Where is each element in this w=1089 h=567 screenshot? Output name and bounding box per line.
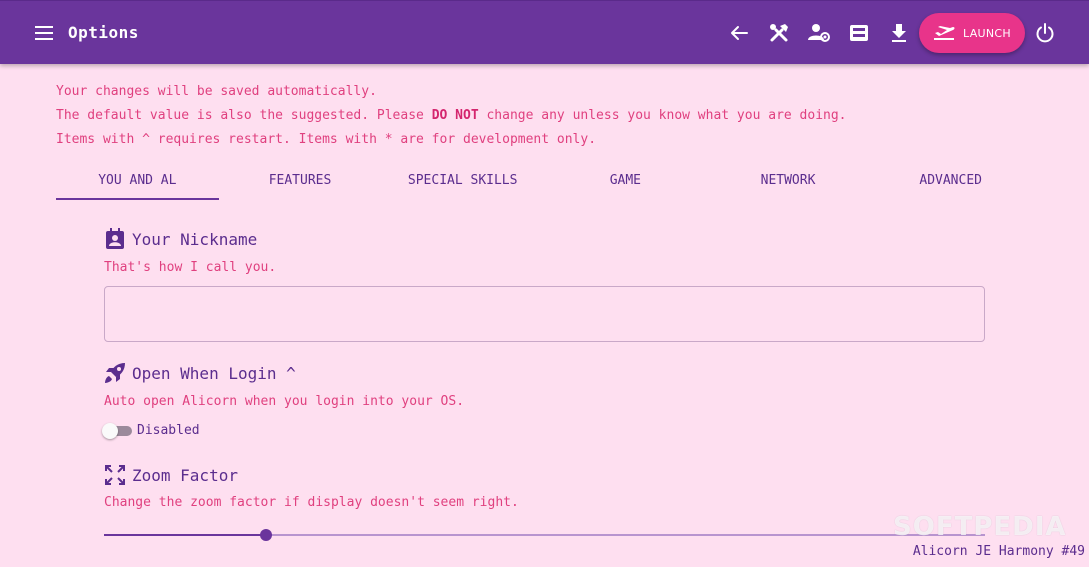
- nickname-description: That's how I call you.: [104, 260, 277, 275]
- rocket-icon: [104, 362, 126, 384]
- account-settings-icon[interactable]: [807, 21, 831, 45]
- open-when-login-title-text: Open When Login ^: [132, 363, 296, 383]
- notice-restart: Items with ^ requires restart. Items wit…: [56, 132, 597, 147]
- tab-special-skills[interactable]: SPECIAL SKILLS: [381, 160, 544, 200]
- notice-emphasis: DO NOT: [431, 108, 479, 123]
- arrow-back-icon[interactable]: [727, 21, 751, 45]
- version-label: Alicorn JE Harmony #49: [912, 544, 1085, 559]
- zoom-factor-title-text: Zoom Factor: [132, 465, 238, 485]
- notice-default-warning: The default value is also the suggested.…: [56, 108, 847, 123]
- airplane-takeoff-icon: [934, 26, 955, 40]
- settings-tabs: YOU AND AL FEATURES SPECIAL SKILLS GAME …: [56, 160, 1032, 200]
- open-when-login-toggle[interactable]: [102, 423, 132, 439]
- contact-badge-icon: [104, 228, 126, 250]
- notice-text: The default value is also the suggested.…: [56, 108, 432, 123]
- open-when-login-title: Open When Login ^: [104, 362, 296, 384]
- notice-autosave: Your changes will be saved automatically…: [56, 84, 377, 99]
- power-icon[interactable]: [1033, 21, 1057, 45]
- tab-game[interactable]: GAME: [544, 160, 707, 200]
- app-bar: Options LAUNCH: [0, 0, 1089, 64]
- tab-advanced[interactable]: ADVANCED: [869, 160, 1032, 200]
- page-title: Options: [68, 23, 139, 42]
- nickname-input[interactable]: [104, 286, 985, 342]
- menu-icon[interactable]: [32, 21, 56, 45]
- tools-icon[interactable]: [767, 21, 791, 45]
- zoom-factor-slider[interactable]: [104, 527, 985, 543]
- download-icon[interactable]: [887, 21, 911, 45]
- open-when-login-description: Auto open Alicorn when you login into yo…: [104, 394, 465, 409]
- slider-thumb[interactable]: [260, 529, 272, 541]
- tab-features[interactable]: FEATURES: [219, 160, 382, 200]
- slider-fill: [104, 534, 266, 536]
- inbox-icon[interactable]: [847, 21, 871, 45]
- tab-network[interactable]: NETWORK: [707, 160, 870, 200]
- fullscreen-icon: [104, 464, 126, 486]
- nickname-title-text: Your Nickname: [132, 229, 258, 249]
- softpedia-watermark: SOFTPEDIA: [893, 512, 1067, 542]
- notice-text: change any unless you know what you are …: [478, 108, 847, 123]
- launch-button[interactable]: LAUNCH: [919, 13, 1025, 53]
- tab-you-and-al[interactable]: YOU AND AL: [56, 160, 219, 200]
- toggle-thumb: [102, 423, 118, 439]
- zoom-factor-title: Zoom Factor: [104, 464, 238, 486]
- zoom-factor-description: Change the zoom factor if display doesn'…: [104, 495, 519, 510]
- open-when-login-state: Disabled: [137, 423, 200, 438]
- launch-label: LAUNCH: [963, 26, 1011, 40]
- nickname-title: Your Nickname: [104, 228, 257, 250]
